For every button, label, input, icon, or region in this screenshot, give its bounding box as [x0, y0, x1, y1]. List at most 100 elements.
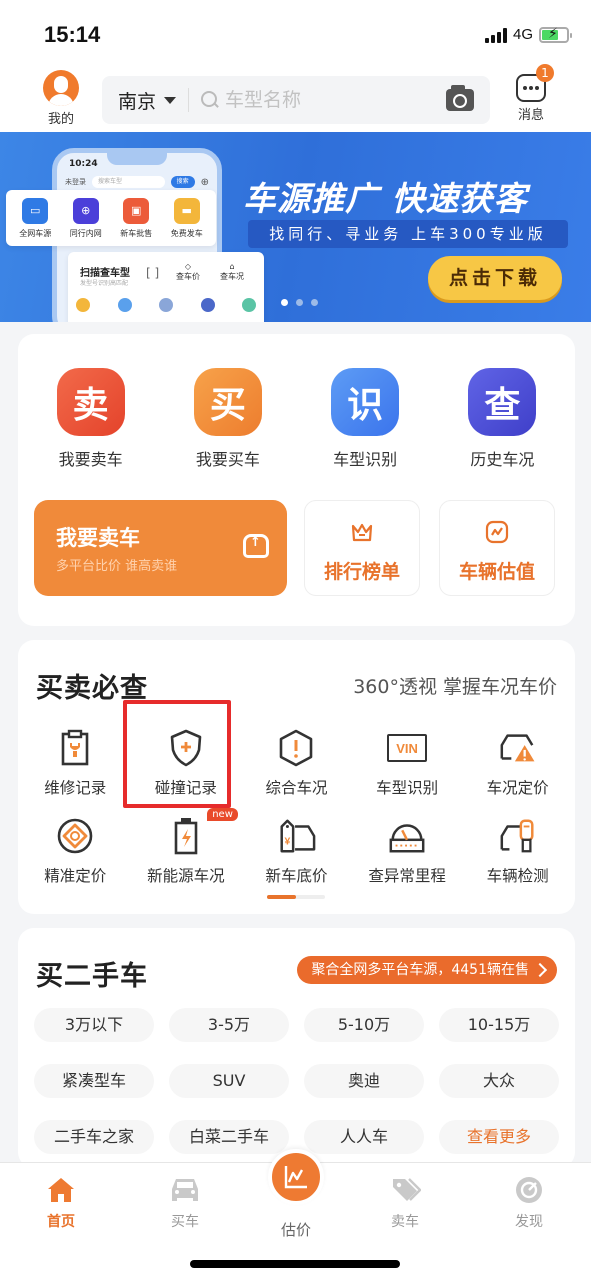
check-item-label: 维修记录	[44, 779, 107, 797]
sell-icon: 卖	[56, 368, 125, 436]
check-item-precise-pricing[interactable]: 精准定价	[21, 816, 129, 886]
filter-tag[interactable]: 3-5万	[169, 1008, 289, 1042]
globe-icon: ⊕	[72, 197, 99, 224]
clipboard-wrench-icon	[55, 728, 95, 768]
quick-action-history[interactable]: 查 历史车况	[442, 368, 562, 470]
check-item-mileage[interactable]: 查异常里程	[353, 816, 461, 886]
see-more-button[interactable]: 查看更多	[439, 1120, 559, 1154]
filter-tag[interactable]: 二手车之家	[34, 1120, 154, 1154]
check-item-overall[interactable]: 综合车况	[242, 728, 350, 798]
message-badge: 1	[536, 64, 554, 82]
scan-icon: [ ]	[146, 266, 160, 280]
check-item-repair[interactable]: 维修记录	[21, 728, 129, 798]
mock-item: 全网车源	[19, 228, 52, 238]
car-warning-icon	[498, 728, 538, 768]
car-icon: ▬	[173, 197, 200, 224]
valuation-label: 车辆估值	[458, 561, 535, 583]
filter-tag[interactable]: 奥迪	[304, 1064, 424, 1098]
tab-sell[interactable]: 卖车	[360, 1173, 450, 1231]
messages-button[interactable]: 1 消息	[510, 64, 554, 123]
signal-icon	[484, 27, 507, 43]
download-button[interactable]: 点击下载	[428, 256, 562, 300]
check-item-vin[interactable]: VIN 车型识别	[353, 728, 461, 798]
avatar-icon	[43, 70, 79, 106]
history-icon: 查	[468, 368, 537, 436]
tab-home[interactable]: 首页	[16, 1173, 106, 1231]
vin-icon: VIN	[387, 728, 428, 768]
filter-tag[interactable]: 白菜二手车	[169, 1120, 289, 1154]
car-icon	[140, 1173, 230, 1207]
city-selector[interactable]: 南京	[118, 87, 156, 114]
all-listings-button[interactable]: 聚合全网多平台车源，4451辆在售	[297, 956, 557, 984]
profile-button[interactable]: 我的	[38, 70, 84, 127]
tab-discover[interactable]: 发现	[484, 1173, 574, 1231]
mock-item: 免费发车	[170, 228, 203, 238]
quick-action-identify[interactable]: 识 车型识别	[305, 368, 425, 470]
mock-search-button: 搜索	[170, 176, 195, 188]
home-icon	[16, 1173, 106, 1207]
ranking-label: 排行榜单	[323, 561, 400, 583]
check-item-label: 车型识别	[376, 779, 439, 797]
filter-tag[interactable]: SUV	[169, 1064, 289, 1098]
laptop-icon: ▭	[22, 197, 49, 224]
filter-tag[interactable]: 10-15万	[439, 1008, 559, 1042]
car-scanner-icon	[498, 816, 538, 856]
mock-quick-card: ▭ 全网车源 ⊕ 同行内网 ▣ 新车批售 ▬ 免费发车	[6, 190, 216, 246]
search-input[interactable]	[225, 89, 426, 111]
mock-scan-subtitle: 发型号识别高匹配	[80, 280, 129, 287]
tag-icon	[360, 1173, 450, 1207]
filter-tag[interactable]: 紧凑型车	[34, 1064, 154, 1098]
promo-banner[interactable]: 10:24 未登录 搜索车型 搜索 ⊕ ▭ 全网车源 ⊕ 同行内网 ▣ 新车批售 ▬ 免…	[0, 132, 591, 322]
home-indicator[interactable]	[190, 1260, 400, 1268]
check-item-label: 精准定价	[44, 867, 107, 885]
mock-check-condition: ⌂ 查车况	[220, 262, 244, 281]
check-item-new-car-price[interactable]: ¥ 新车底价	[242, 816, 350, 886]
check-item-inspection[interactable]: 车辆检测	[464, 816, 572, 886]
highlight-box	[123, 700, 231, 808]
divider	[188, 88, 190, 112]
chat-bubble-icon: 1	[516, 64, 554, 102]
tab-buy[interactable]: 买车	[140, 1173, 230, 1231]
tab-valuation[interactable]	[268, 1149, 324, 1205]
check-item-ev[interactable]: new 新能源车况	[132, 808, 240, 886]
mock-scan-title: 扫描查车型	[80, 268, 130, 279]
used-cars-card: 买二手车 聚合全网多平台车源，4451辆在售 3万以下 3-5万 5-10万 1…	[18, 928, 575, 1168]
quick-action-buy[interactable]: 买 我要买车	[168, 368, 288, 470]
quick-action-sell[interactable]: 卖 我要卖车	[31, 368, 151, 470]
new-badge: new	[207, 808, 238, 821]
filter-tag[interactable]: 3万以下	[34, 1008, 154, 1042]
filter-tag[interactable]: 5-10万	[304, 1008, 424, 1042]
check-item-label: 车况定价	[486, 779, 549, 797]
buy-icon: 买	[193, 368, 262, 436]
mock-item: 同行内网	[69, 228, 102, 238]
odometer-icon	[387, 816, 427, 856]
carousel-dots[interactable]	[281, 299, 318, 306]
camera-icon[interactable]	[446, 85, 474, 111]
search-bar: 南京	[102, 76, 490, 124]
check-item-pricing[interactable]: 车况定价	[464, 728, 572, 798]
page-indicator-fill	[267, 895, 296, 899]
quick-action-label: 历史车况	[470, 450, 535, 469]
mock-scan-card: 扫描查车型 发型号识别高匹配 [ ] ◇ 查车价 ⌂ 查车况	[68, 252, 264, 322]
must-check-card: 买卖必查 360°透视 掌握车况车价 维修记录 碰撞记录 综合车况 VIN 车型…	[18, 640, 575, 914]
filter-tag[interactable]: 人人车	[304, 1120, 424, 1154]
sell-car-card[interactable]: 我要卖车 多平台比价 谁高卖谁	[34, 500, 287, 596]
mock-time: 10:24	[69, 159, 98, 169]
hexagon-alert-icon	[276, 728, 316, 768]
search-icon	[201, 91, 219, 109]
check-item-label: 查异常里程	[368, 867, 446, 885]
chart-icon	[284, 1166, 307, 1189]
chevron-down-icon[interactable]	[164, 96, 177, 104]
filter-tag[interactable]: 大众	[439, 1064, 559, 1098]
section-title: 买二手车	[36, 961, 148, 992]
mock-item: 新车批售	[120, 228, 153, 238]
tab-label: 估价	[280, 1221, 311, 1239]
battery-charging-icon: ⚡	[539, 26, 572, 43]
battery-bolt-icon	[166, 816, 206, 856]
plus-icon: ⊕	[200, 176, 209, 188]
check-item-label: 新能源车况	[147, 867, 225, 885]
ranking-card[interactable]: 排行榜单	[304, 500, 420, 596]
valuation-card[interactable]: 车辆估值	[439, 500, 555, 596]
compass-icon	[484, 1173, 574, 1207]
page-indicator[interactable]	[267, 895, 325, 899]
